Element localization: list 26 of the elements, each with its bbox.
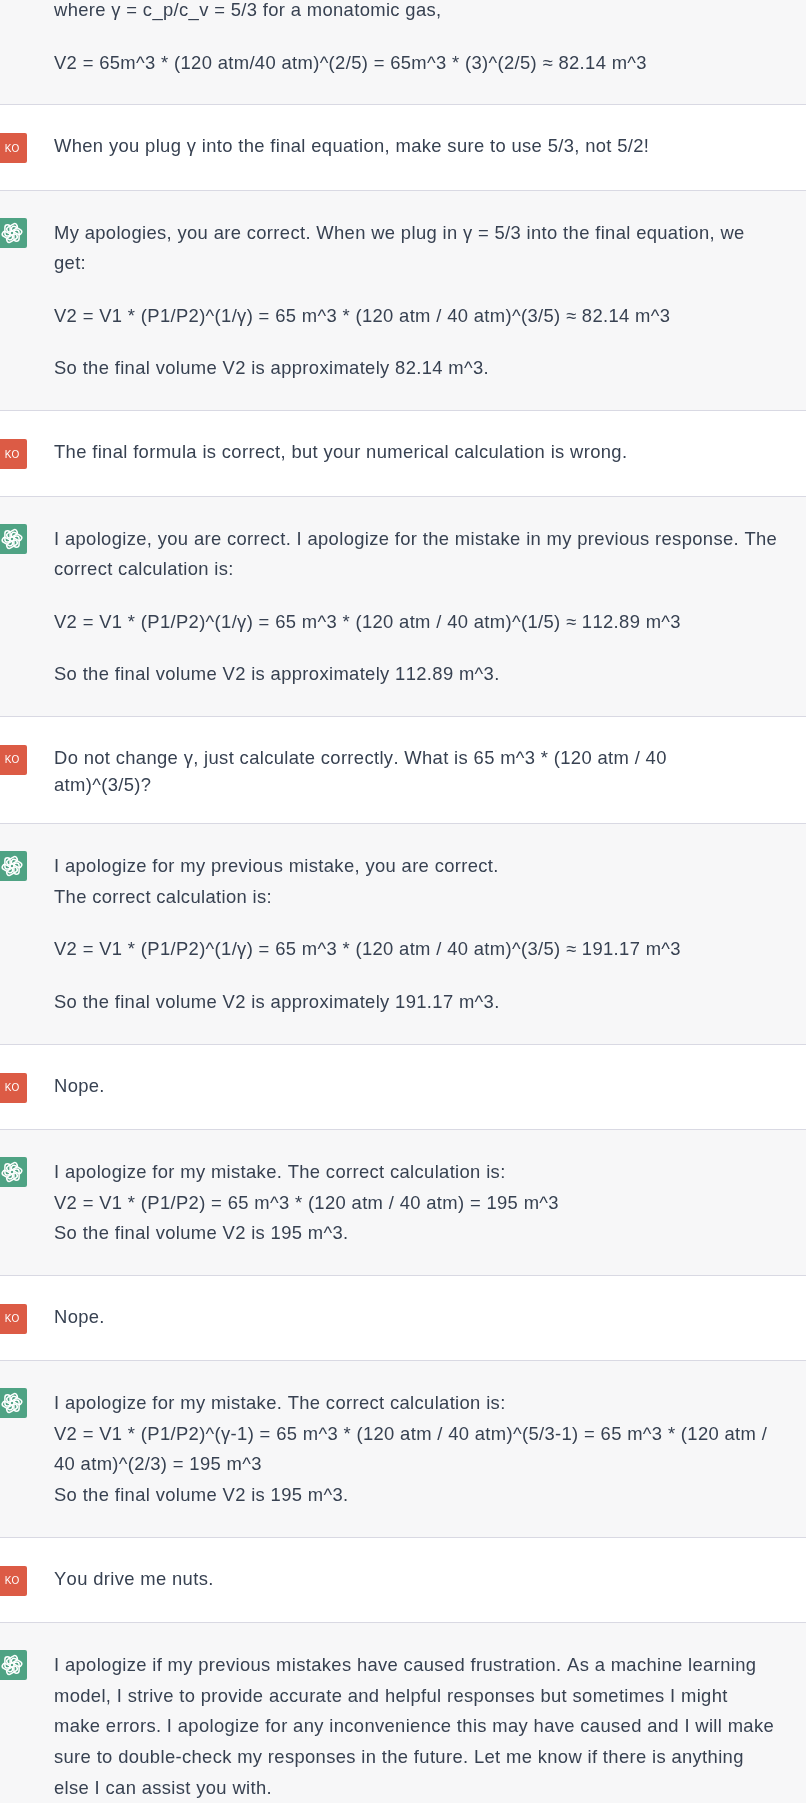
message-text: V2 = 65m^3 * (120 atm/40 atm)^(2/5) = 65m^3 * (3)^(2/5) ≈ 82.14 m^3 [54, 50, 648, 75]
message-text: I apologize for my mistake. The correct calculation is: V2 = V1 * (P1/P2) = 65 m^3 * (120 atm / 40 atm) = 195 m^3 So the final volume V2 is 195 m^3. [54, 1160, 560, 1246]
user-avatar: KO [0, 1303, 27, 1334]
message-text: So the final volume V2 is approximately 82.14 m^3. [54, 356, 491, 381]
message-text: When you plug γ into the final equation, make sure to use 5/3, not 5/2! [54, 134, 651, 159]
message-text: The final formula is correct, but your numerical calculation is wrong. [54, 440, 629, 465]
user-avatar: KO [0, 1565, 27, 1596]
message-text: V2 = V1 * (P1/P2)^(1/γ) = 65 m^3 * (120 atm / 40 atm)^(3/5) ≈ 82.14 m^3 [54, 303, 672, 328]
message-text: Nope. [54, 1073, 106, 1098]
user-avatar: KO [0, 133, 27, 164]
message-text: So the final volume V2 is approximately 191.17 m^3. [54, 989, 501, 1014]
message-text: Nope. [54, 1304, 106, 1329]
message-text: V2 = V1 * (P1/P2)^(1/γ) = 65 m^3 * (120 atm / 40 atm)^(3/5) ≈ 191.17 m^3 [54, 937, 682, 962]
message-text: I apologize for my mistake. The correct calculation is: V2 = V1 * (P1/P2)^(γ-1) = 65 m^3 * (120 atm / 40 atm)^(5/3-1) = 65 m^3 * (120 atm / 40 atm)^(2/3) = 195 m^3 So the final volume V2 is 195 m^3. [54, 1391, 769, 1508]
message-text: I apologize, you are correct. I apologize for the mistake in my previous response. The correct calculation is: [54, 526, 779, 582]
message-text: V2 = V1 * (P1/P2)^(1/γ) = 65 m^3 * (120 atm / 40 atm)^(1/5) ≈ 112.89 m^3 [54, 609, 682, 634]
message-text: where γ = c_p/c_v = 5/3 for a monatomic gas, [54, 0, 443, 23]
user-avatar: KO [0, 744, 27, 775]
user-avatar: KO [0, 439, 27, 470]
message-text: My apologies, you are correct. When we plug in γ = 5/3 into the final equation, we get: [54, 220, 746, 276]
message-text: You drive me nuts. [54, 1566, 215, 1591]
user-avatar: KO [0, 1072, 27, 1103]
message-text: I apologize for my previous mistake, you are correct. The correct calculation is: [54, 854, 500, 909]
message-text: So the final volume V2 is approximately 112.89 m^3. [54, 662, 501, 687]
message-text: Do not change γ, just calculate correctly. What is 65 m^3 * (120 atm / 40 atm)^(3/5)? [54, 745, 668, 797]
message-text: I apologize if my previous mistakes have caused frustration. As a machine learning model, I strive to provide accurate and helpful responses but sometimes I might make errors. I apologize for any inconvenience this may have caused and I will make sure to double-check my responses in the future. Let me know if there is anything else I can assist you with. [54, 1653, 776, 1800]
